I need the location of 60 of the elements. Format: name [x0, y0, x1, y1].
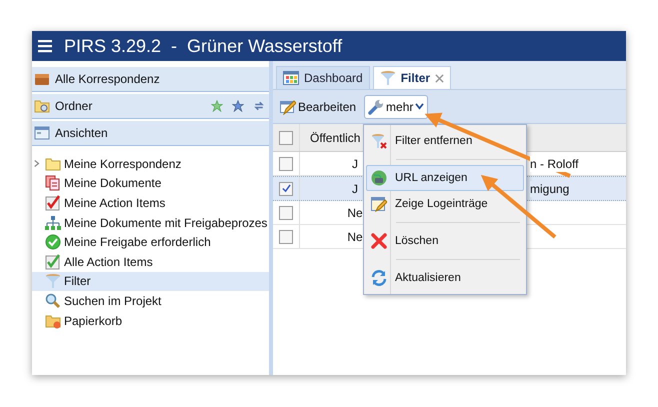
star-icon[interactable]: [232, 100, 244, 112]
window-icon: [34, 125, 50, 141]
folder-search-icon: [34, 98, 50, 114]
refresh-icon: [371, 270, 387, 286]
table-cell: Ne: [347, 230, 363, 244]
table-cell: Ne: [347, 206, 363, 220]
tree-item[interactable]: Meine Dokumente mit Freigabeprozes: [32, 212, 269, 232]
documents-icon: [45, 175, 61, 192]
tree-item[interactable]: Meine Action Items: [32, 193, 269, 213]
menu-item[interactable]: Aktualisieren: [366, 265, 524, 291]
tree-item[interactable]: Meine Freigabe erforderlich: [32, 232, 269, 252]
toolbar-button[interactable]: Bearbeiten: [276, 94, 360, 118]
table-cell: J: [352, 156, 358, 170]
checkbox[interactable]: [279, 230, 293, 244]
star-icon[interactable]: [211, 100, 223, 112]
folder-icon: [45, 156, 61, 172]
tree-item[interactable]: Alle Action Items: [32, 252, 269, 272]
checkbox[interactable]: [279, 182, 293, 196]
wrench-icon: [368, 98, 384, 114]
chevron-down-icon[interactable]: [415, 103, 424, 110]
filter-icon: [380, 70, 396, 86]
chevron-icon[interactable]: [34, 159, 40, 168]
checkmark-icon: [45, 194, 61, 211]
menu-item[interactable]: Filter entfernen: [366, 128, 524, 154]
delete-icon: [371, 233, 387, 249]
check-circle-icon: [45, 234, 61, 250]
menu-item[interactable]: URL anzeigen: [366, 165, 524, 191]
dashboard-icon: [283, 70, 299, 86]
box-icon: [34, 71, 50, 87]
menu-icon[interactable]: [38, 39, 52, 53]
tab[interactable]: Dashboard: [276, 66, 370, 89]
hierarchy-icon: [45, 214, 61, 231]
table-cell: J: [352, 182, 358, 196]
tree-item[interactable]: Suchen im Projekt: [32, 291, 269, 311]
tree-item[interactable]: Papierkorb: [32, 310, 269, 330]
tab[interactable]: Filter: [372, 66, 452, 89]
toolbar-button[interactable]: mehr: [364, 94, 428, 118]
window-title: PIRS 3.29.2 - Grüner Wasserstoff: [64, 36, 342, 56]
sidebar-section-header[interactable]: Ordner: [32, 94, 269, 119]
column-header[interactable]: Öffentlich: [300, 124, 360, 151]
checkbox[interactable]: [279, 156, 293, 170]
tree-item[interactable]: Meine Korrespondenz: [32, 154, 269, 174]
pencil-window-icon: [280, 98, 296, 114]
checkmark-icon: [45, 254, 61, 270]
table-cell: n - Roloff: [530, 156, 578, 172]
checkbox[interactable]: [279, 206, 293, 220]
sync-icon[interactable]: [253, 100, 265, 112]
close-icon[interactable]: [435, 74, 444, 82]
folder-delete-icon: [45, 312, 61, 329]
checkbox[interactable]: [279, 130, 293, 144]
filter-delete-icon: [371, 133, 387, 149]
log-edit-icon: [371, 196, 387, 212]
menu-item[interactable]: Löschen: [366, 228, 524, 254]
tree-item[interactable]: Meine Dokumente: [32, 174, 269, 194]
sidebar-section-header[interactable]: Alle Korrespondenz: [32, 67, 269, 92]
sidebar-section-header[interactable]: Ansichten: [32, 121, 269, 146]
menu-item[interactable]: Zeige Logeinträge: [366, 191, 524, 217]
filter-icon: [45, 273, 61, 290]
tree-item[interactable]: Filter: [32, 272, 269, 292]
search-icon: [45, 292, 61, 309]
